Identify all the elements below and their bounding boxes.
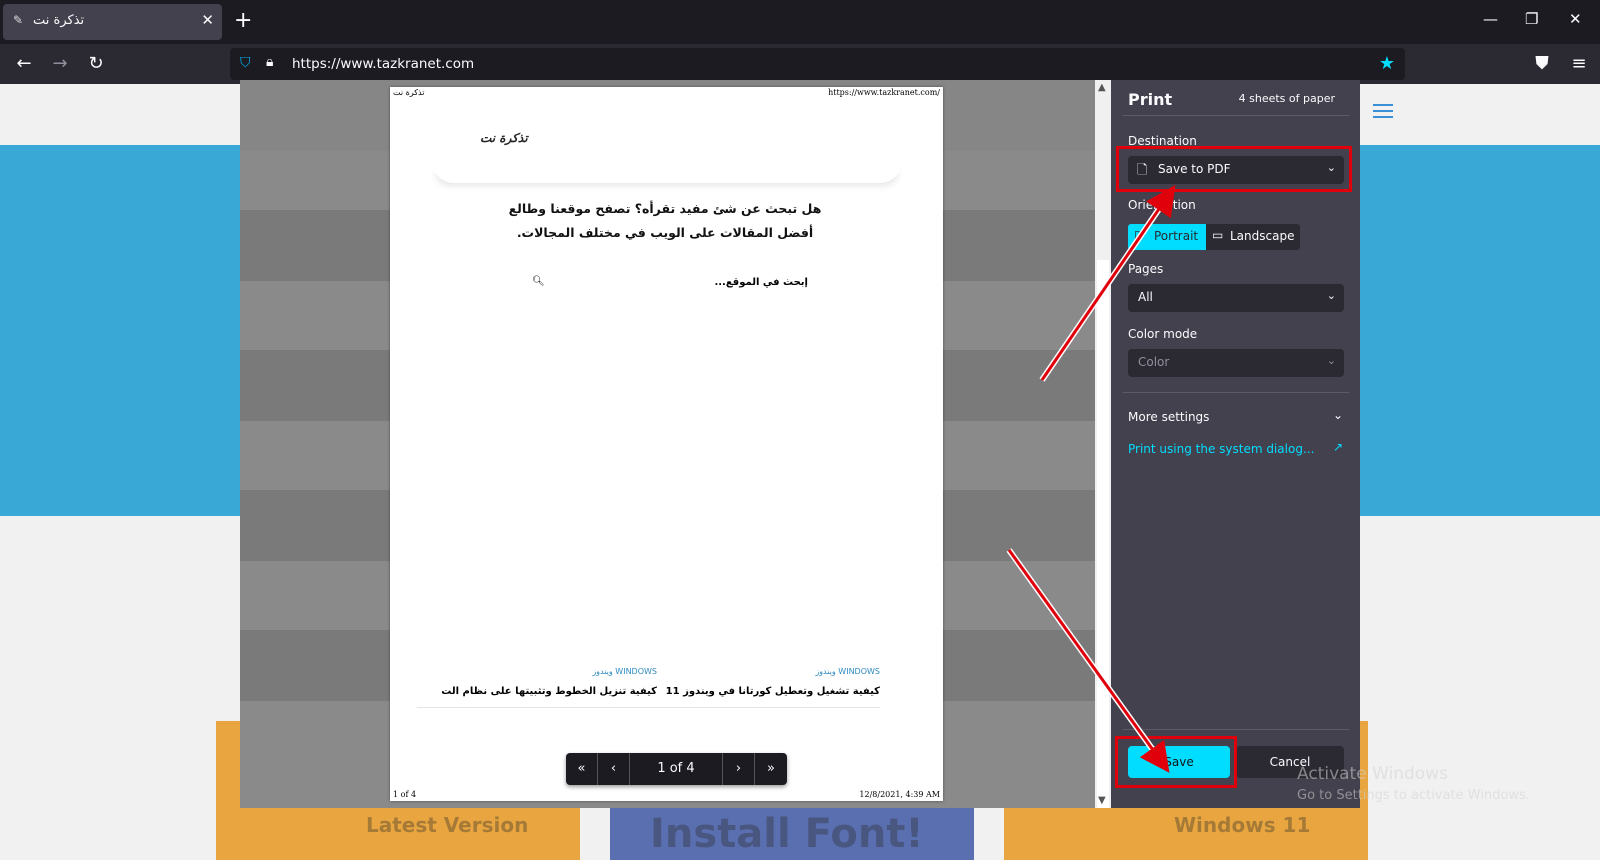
annotation-arrows [1006, 185, 1176, 773]
arrow-to-save [1006, 548, 1170, 773]
arrow-to-destination [1039, 185, 1176, 382]
